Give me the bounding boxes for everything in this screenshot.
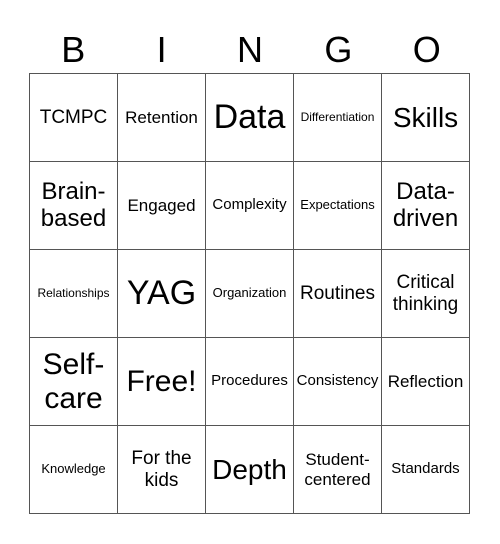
bingo-cell[interactable]: Consistency [294,338,382,426]
header-letter-b: B [61,29,86,70]
bingo-cell[interactable]: YAG [118,250,206,338]
bingo-cell[interactable]: Free! [118,338,206,426]
bingo-cell[interactable]: Knowledge [30,426,118,514]
bingo-cell[interactable]: Engaged [118,162,206,250]
bingo-grid: TCMPC Retention Data Differentiation Ski… [29,73,470,514]
header-letter-n: N [236,29,263,70]
bingo-cell[interactable]: Depth [206,426,294,514]
bingo-cell[interactable]: Skills [382,74,470,162]
bingo-cell[interactable]: Self-care [30,338,118,426]
bingo-cell[interactable]: Complexity [206,162,294,250]
bingo-header: B I N G O [29,28,471,72]
bingo-cell[interactable]: Brain-based [30,162,118,250]
bingo-cell[interactable]: Data [206,74,294,162]
header-letter-g: G [324,29,353,70]
header-letter-i: I [156,29,167,70]
bingo-cell[interactable]: For the kids [118,426,206,514]
bingo-cell[interactable]: Student-centered [294,426,382,514]
bingo-cell[interactable]: Relationships [30,250,118,338]
bingo-cell[interactable]: Critical thinking [382,250,470,338]
bingo-cell[interactable]: Standards [382,426,470,514]
bingo-cell[interactable]: Expectations [294,162,382,250]
header-letter-o: O [412,29,441,70]
bingo-cell[interactable]: Reflection [382,338,470,426]
bingo-cell[interactable]: Organization [206,250,294,338]
bingo-cell[interactable]: Data-driven [382,162,470,250]
bingo-cell[interactable]: Retention [118,74,206,162]
bingo-cell[interactable]: Routines [294,250,382,338]
bingo-cell[interactable]: Procedures [206,338,294,426]
bingo-cell[interactable]: TCMPC [30,74,118,162]
bingo-cell[interactable]: Differentiation [294,74,382,162]
